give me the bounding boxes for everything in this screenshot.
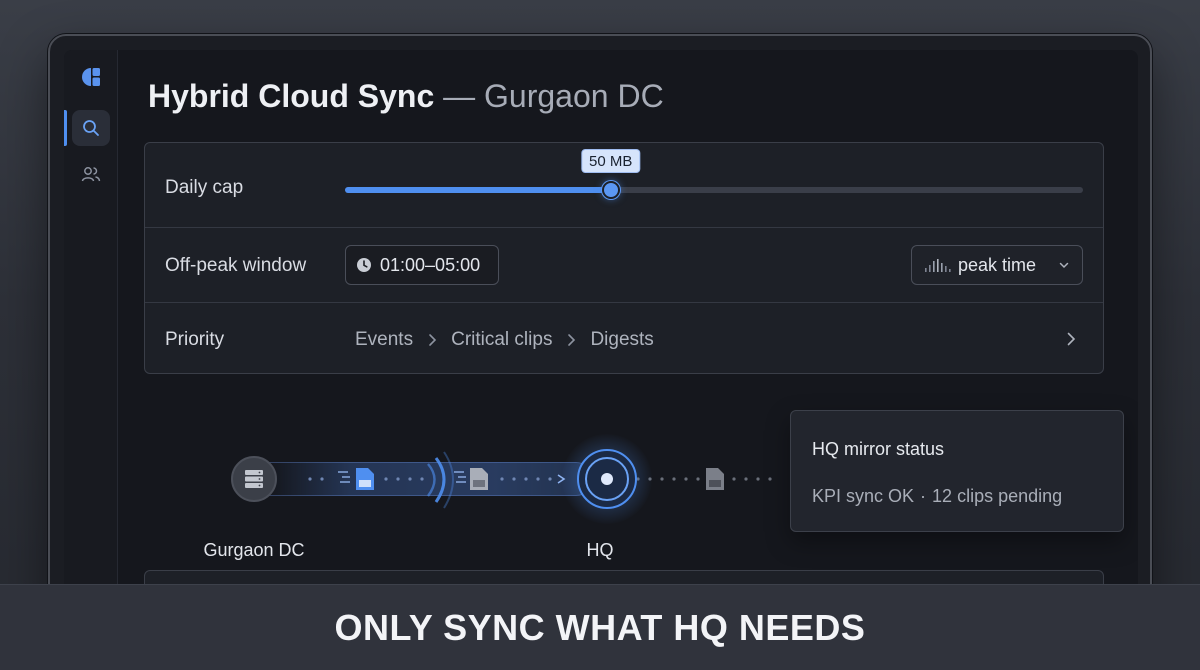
peak-time-dropdown[interactable]: peak time bbox=[911, 245, 1083, 285]
daily-cap-slider[interactable]: 50 MB bbox=[345, 149, 1083, 199]
chevron-right-icon bbox=[429, 334, 437, 346]
page-title-separator: — bbox=[443, 78, 476, 114]
rail-item-search[interactable] bbox=[72, 110, 110, 146]
sync-flow-diagram: Gurgaon DC HQ HQ mirror status KPI sync … bbox=[64, 410, 1138, 570]
daily-cap-label: Daily cap bbox=[165, 177, 244, 198]
daily-cap-row: Daily cap 50 MB bbox=[145, 143, 1103, 228]
page-title-main: Hybrid Cloud Sync bbox=[148, 78, 435, 114]
priority-step-critical-clips: Critical clips bbox=[451, 329, 553, 350]
bars-chart-icon bbox=[925, 259, 951, 272]
caption-banner: ONLY SYNC WHAT HQ NEEDS bbox=[0, 584, 1200, 670]
chevron-down-icon bbox=[1059, 262, 1069, 269]
clips-pending-count: 12 clips pending bbox=[932, 486, 1063, 506]
gurgaon-dc-node[interactable] bbox=[231, 456, 277, 502]
priority-expand-chevron-icon[interactable] bbox=[1065, 331, 1077, 347]
hq-mirror-status-card: HQ mirror status KPI sync OK · 12 clips pe… bbox=[790, 410, 1124, 532]
gurgaon-dc-label: Gurgaon DC bbox=[203, 540, 305, 560]
off-peak-time-field[interactable]: 01:00–05:00 bbox=[345, 245, 499, 285]
caption-text: ONLY SYNC WHAT HQ NEEDS bbox=[334, 606, 866, 648]
priority-row[interactable]: Priority Events Critical clips Digests bbox=[145, 303, 1103, 375]
priority-step-events: Events bbox=[355, 329, 414, 350]
page-title-site: Gurgaon DC bbox=[484, 78, 664, 114]
priority-label: Priority bbox=[165, 329, 225, 350]
priority-step-digests: Digests bbox=[590, 329, 654, 350]
off-peak-row: Off-peak window 01:00–05:00 peak time bbox=[145, 228, 1103, 303]
hq-node-dot bbox=[601, 473, 613, 485]
sync-flow-graphics bbox=[308, 451, 772, 509]
app-screen: Hybrid Cloud Sync — Gurgaon DC Daily cap… bbox=[64, 50, 1138, 650]
kpi-sync-status: KPI sync OK bbox=[812, 486, 915, 506]
file-icon-grey bbox=[470, 468, 488, 490]
users-icon bbox=[81, 167, 101, 182]
off-peak-time-value: 01:00–05:00 bbox=[380, 254, 481, 275]
app-logo-icon bbox=[82, 68, 100, 86]
file-icon-blue bbox=[356, 468, 374, 490]
status-separator: · bbox=[920, 486, 927, 506]
device-frame: Hybrid Cloud Sync — Gurgaon DC Daily cap… bbox=[48, 34, 1152, 654]
off-peak-label: Off-peak window bbox=[165, 255, 307, 276]
hq-mirror-status-detail: KPI sync OK · 12 clips pending bbox=[812, 486, 1062, 507]
hq-node-inner bbox=[585, 457, 629, 501]
rail-active-indicator bbox=[64, 110, 67, 146]
daily-cap-slider-fill bbox=[345, 187, 611, 193]
chevron-right-icon bbox=[568, 334, 576, 346]
daily-cap-value-tooltip: 50 MB bbox=[580, 149, 641, 173]
hq-mirror-status-title: HQ mirror status bbox=[812, 439, 945, 459]
sync-settings-card: Daily cap 50 MB Off-peak window 01:00–05… bbox=[144, 142, 1104, 374]
priority-order: Events Critical clips Digests bbox=[355, 329, 654, 351]
hq-node[interactable] bbox=[577, 449, 637, 509]
daily-cap-slider-thumb[interactable] bbox=[601, 181, 620, 199]
rail-item-users[interactable] bbox=[72, 156, 110, 192]
clock-icon bbox=[357, 258, 371, 272]
file-icon-pending bbox=[706, 468, 724, 490]
hq-label: HQ bbox=[586, 540, 614, 560]
search-icon bbox=[83, 120, 99, 136]
peak-time-label: peak time bbox=[958, 254, 1037, 275]
page-title: Hybrid Cloud Sync — Gurgaon DC bbox=[148, 78, 664, 115]
server-icon bbox=[245, 470, 263, 488]
